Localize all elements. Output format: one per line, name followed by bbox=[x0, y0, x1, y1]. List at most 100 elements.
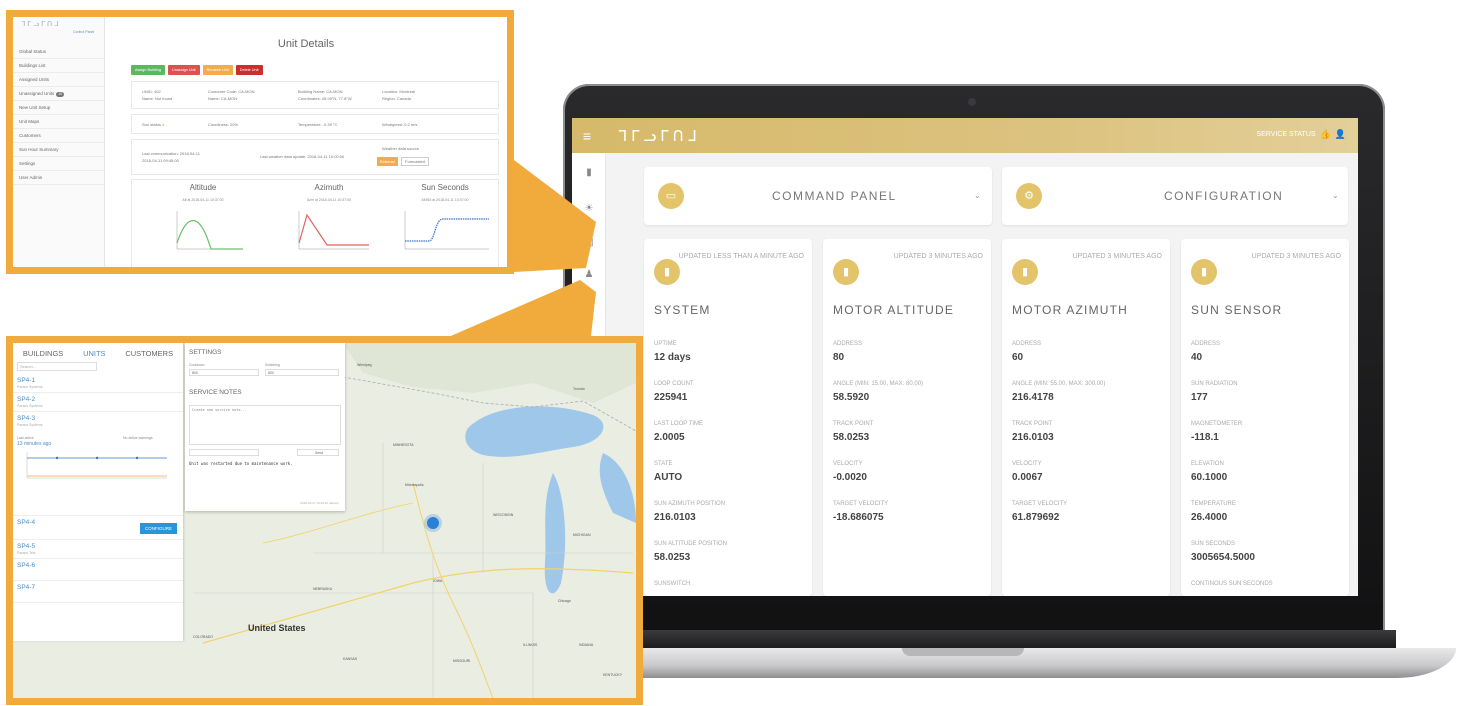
parans-logo: ᒣᒥᓗᒥᑎᒧ bbox=[21, 20, 61, 28]
chart-subtitle: Azm at 2018-04-11 10:37:00 bbox=[306, 198, 352, 202]
sidebar-item-label: Unassigned Units bbox=[19, 91, 55, 96]
list-item[interactable]: SP4-2 Parans Systems bbox=[13, 393, 183, 412]
unit-name: SP4-1 bbox=[17, 377, 36, 384]
unit-name: SP4-2 bbox=[17, 396, 36, 403]
service-notes-title: SERVICE NOTES bbox=[189, 389, 242, 396]
list-item[interactable]: SP4-1 Parans Systems bbox=[13, 374, 183, 393]
unit-name: SP4-6 bbox=[17, 562, 36, 569]
unid-text: UNID: 402 bbox=[142, 89, 161, 94]
map-label-state: COLORADO bbox=[193, 635, 214, 639]
service-note-meta: 2018-01-17 10:20:22 (admin) bbox=[300, 501, 339, 505]
mini-chart bbox=[26, 452, 167, 479]
chart-title: Azimuth bbox=[314, 183, 344, 192]
configure-button[interactable]: CONFIGURE bbox=[140, 523, 177, 534]
chart-title: Altitude bbox=[189, 183, 217, 192]
list-item[interactable]: SP4-6 bbox=[13, 559, 183, 581]
sidebar-item-customers[interactable]: Customers bbox=[13, 129, 105, 143]
sun-seconds-chart: Sun Seconds 44953 at 2018-04-11 10:37:00 bbox=[385, 183, 505, 267]
unit-owner: Parans Systems bbox=[17, 404, 43, 408]
sidebar-item-unassigned-units[interactable]: Unassigned Units 10 bbox=[13, 87, 105, 101]
sun-icon: ● bbox=[162, 122, 165, 127]
customer-name-text: Name: CA-MON bbox=[208, 96, 238, 101]
building-name-text: Building Name: CA-MON bbox=[298, 89, 343, 94]
search-input[interactable]: Search... bbox=[17, 362, 97, 371]
sidebar-item-buildings-list[interactable]: Buildings List bbox=[13, 59, 105, 73]
map-label-state: INDIANA bbox=[579, 643, 594, 647]
azimuth-series-line bbox=[298, 213, 369, 246]
sidebar-item-settings[interactable]: Settings bbox=[13, 157, 105, 171]
region-text: Region: Canada bbox=[382, 96, 411, 101]
unit-owner: Parans Systems bbox=[17, 385, 43, 389]
send-button[interactable]: Send bbox=[297, 449, 339, 456]
author-input[interactable] bbox=[189, 449, 259, 456]
last-active-value: 13 minutes ago bbox=[17, 441, 52, 447]
map-label-city: Chicago bbox=[558, 599, 571, 603]
list-tabs: BUILDINGS UNITS CUSTOMERS bbox=[13, 343, 183, 359]
last-communication-time: 2018-04-11 09:45:00 bbox=[142, 158, 179, 163]
list-item-expanded[interactable]: SP4-3 Parans Systems Last active 13 minu… bbox=[13, 412, 183, 516]
list-item[interactable]: SP4-7 bbox=[13, 581, 183, 603]
windspeed-text: Windspeed: 0.2 m/s bbox=[382, 122, 418, 127]
sidebar-item-unit-maps[interactable]: Unit Maps bbox=[13, 115, 105, 129]
map-label-state: NEBRASKA bbox=[313, 587, 333, 591]
source-forecasted-button[interactable]: Forecasted bbox=[401, 157, 430, 166]
chart-subtitle: 44953 at 2018-04-11 10:37:00 bbox=[421, 198, 469, 202]
location-text: Location: Montreal bbox=[382, 89, 415, 94]
chart-title: Sun Seconds bbox=[421, 183, 469, 192]
switching-label: Switching bbox=[265, 363, 280, 367]
temperature-text: Temperature: -0.39 °C bbox=[298, 122, 338, 127]
unit-name-text: Name: Not found bbox=[142, 96, 173, 101]
unassign-unit-button[interactable]: Unassign Unit bbox=[167, 65, 200, 75]
delete-unit-button[interactable]: Delete Unit bbox=[235, 65, 263, 75]
last-active-label: Last active bbox=[17, 436, 34, 440]
altitude-chart: Altitude Alt at 2018-04-11 10:37:00 bbox=[143, 183, 263, 267]
count-badge: 10 bbox=[56, 92, 65, 97]
sidebar-nav: Global Status Buildings List Assigned Un… bbox=[13, 45, 105, 185]
sun-seconds-series-line bbox=[405, 218, 489, 242]
sidebar-item-sun-hour-summary[interactable]: Sun Hour Summary bbox=[13, 143, 105, 157]
tab-units[interactable]: UNITS bbox=[83, 349, 106, 359]
last-weather-update-text: Last weather data update: 2018-04-11 10:… bbox=[260, 154, 345, 159]
rename-unit-button[interactable]: Rename Unit bbox=[202, 65, 233, 75]
map-label-state: MISSOURI bbox=[453, 659, 471, 663]
switching-input[interactable]: 800 bbox=[265, 369, 339, 376]
map-label-state: MINNESOTA bbox=[393, 443, 414, 447]
map-label-state: KANSAS bbox=[343, 657, 358, 661]
azimuth-chart: Azimuth Azm at 2018-04-11 10:37:00 bbox=[269, 183, 389, 267]
assign-building-button[interactable]: Assign Building bbox=[131, 65, 165, 75]
last-communication-text: Last communication: 2018-04-11 bbox=[142, 151, 200, 156]
map-label-country: United States bbox=[248, 623, 306, 633]
map-label-state: MICHIGAN bbox=[573, 533, 591, 537]
unit-list-panel: BUILDINGS UNITS CUSTOMERS Search... SP4-… bbox=[13, 343, 183, 641]
tab-customers[interactable]: CUSTOMERS bbox=[125, 349, 173, 359]
weather-box: Sun status ● Cloudiness: 20% Temperature… bbox=[131, 114, 499, 134]
map-label-state: IOWA bbox=[433, 579, 443, 583]
unit-owner: Parans Test bbox=[17, 551, 36, 555]
page-title: Unit Details bbox=[277, 38, 335, 50]
cooldown-input[interactable]: 800 bbox=[189, 369, 259, 376]
map-label-city: Toronto bbox=[573, 387, 585, 391]
unit-info-box: UNID: 402 Name: Not found Customer Code:… bbox=[131, 81, 499, 109]
chart-subtitle: Alt at 2018-04-11 10:37:00 bbox=[182, 198, 224, 202]
service-note-textarea[interactable]: Create new service note... bbox=[189, 405, 341, 445]
cloudiness-text: Cloudiness: 20% bbox=[208, 122, 239, 127]
sidebar-item-new-unit-setup[interactable]: New Unit Setup bbox=[13, 101, 105, 115]
communication-box: Last communication: 2018-04-11 2018-04-1… bbox=[131, 139, 499, 175]
map-label-city: Winnipeg bbox=[357, 363, 372, 367]
unit-owner: Parans Systems bbox=[17, 423, 43, 427]
action-buttons: Assign Building Unassign Unit Rename Uni… bbox=[131, 65, 263, 75]
sidebar-item-assigned-units[interactable]: Assigned Units bbox=[13, 73, 105, 87]
tab-buildings[interactable]: BUILDINGS bbox=[23, 349, 63, 359]
weather-source-label: Weather data source bbox=[382, 146, 420, 151]
control-panel-label: Control Panel bbox=[73, 30, 95, 34]
source-external-button[interactable]: External bbox=[377, 157, 398, 166]
map-label-state: KENTUCKY bbox=[603, 673, 623, 677]
map-label-state: WISCONSIN bbox=[493, 513, 514, 517]
settings-title: SETTINGS bbox=[189, 349, 222, 356]
list-item[interactable]: SP4-5 Parans Test bbox=[13, 540, 183, 559]
sidebar-item-user-admin[interactable]: User Admin bbox=[13, 171, 105, 185]
service-note-text: Unit was restarted due to maintenance wo… bbox=[189, 461, 293, 466]
sidebar-item-global-status[interactable]: Global Status bbox=[13, 45, 105, 59]
unit-name: SP4-5 bbox=[17, 543, 36, 550]
promo-composite: ≡ ᒣᒥᓗᒥᑎᒧ SERVICE STATUS 👍 👤 ▮ ☀ ▣ ♟ ☰ ▭ … bbox=[0, 0, 1464, 706]
